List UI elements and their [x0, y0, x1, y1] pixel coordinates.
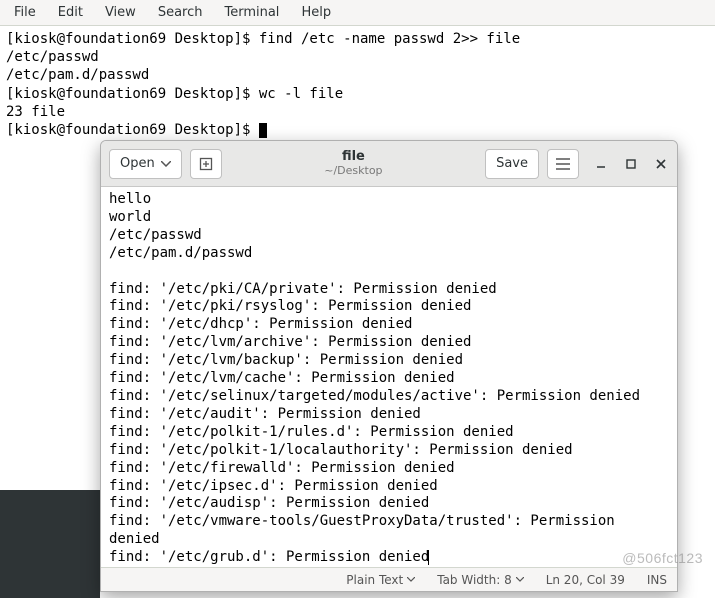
- file-line: find: '/etc/pki/CA/private': Permission …: [109, 281, 497, 297]
- watermark: @506fct123: [622, 550, 703, 566]
- maximize-icon: [626, 159, 636, 169]
- file-line: world: [109, 209, 151, 225]
- insert-mode: INS: [647, 573, 667, 587]
- file-line: find: '/etc/audit': Permission denied: [109, 406, 421, 422]
- terminal-line: /etc/pam.d/passwd: [6, 67, 149, 83]
- menu-edit[interactable]: Edit: [48, 2, 93, 23]
- file-line: find: '/etc/lvm/backup': Permission deni…: [109, 352, 463, 368]
- file-line: find: '/etc/lvm/archive': Permission den…: [109, 334, 471, 350]
- hamburger-menu-button[interactable]: [547, 149, 579, 179]
- minimize-button[interactable]: [593, 159, 609, 169]
- tab-width-label: Tab Width: 8: [437, 573, 511, 587]
- file-line: find: '/etc/audisp': Permission denied: [109, 495, 429, 511]
- gedit-window: Open file ~/Desktop Save hello: [100, 140, 678, 592]
- file-line: find: '/etc/vmware-tools/GuestProxyData/…: [109, 513, 623, 547]
- open-button-label: Open: [120, 156, 155, 171]
- desktop-background-strip: [0, 490, 100, 598]
- gedit-text-area[interactable]: hello world /etc/passwd /etc/pam.d/passw…: [101, 187, 677, 567]
- window-controls: [593, 159, 669, 169]
- terminal-body[interactable]: [kiosk@foundation69 Desktop]$ find /etc …: [0, 26, 715, 143]
- minimize-icon: [596, 159, 606, 169]
- menu-view[interactable]: View: [95, 2, 146, 23]
- terminal-line: /etc/passwd: [6, 49, 99, 65]
- syntax-label: Plain Text: [346, 573, 403, 587]
- menu-terminal[interactable]: Terminal: [214, 2, 289, 23]
- file-line: find: '/etc/firewalld': Permission denie…: [109, 460, 455, 476]
- file-line: find: '/etc/ipsec.d': Permission denied: [109, 478, 438, 494]
- maximize-button[interactable]: [623, 159, 639, 169]
- syntax-selector[interactable]: Plain Text: [346, 573, 415, 587]
- tab-width-selector[interactable]: Tab Width: 8: [437, 573, 523, 587]
- chevron-down-icon: [161, 161, 171, 167]
- text-cursor: [428, 550, 429, 565]
- gedit-statusbar: Plain Text Tab Width: 8 Ln 20, Col 39 IN…: [101, 567, 677, 591]
- chevron-down-icon: [407, 577, 415, 582]
- window-subtitle: ~/Desktop: [230, 165, 477, 177]
- file-line: find: '/etc/dhcp': Permission denied: [109, 316, 412, 332]
- terminal-line: [kiosk@foundation69 Desktop]$: [6, 122, 259, 138]
- terminal-line: [kiosk@foundation69 Desktop]$ wc -l file: [6, 86, 343, 102]
- file-line: find: '/etc/polkit-1/rules.d': Permissio…: [109, 424, 514, 440]
- file-line: find: '/etc/lvm/cache': Permission denie…: [109, 370, 455, 386]
- terminal-line: 23 file: [6, 104, 65, 120]
- menu-file[interactable]: File: [4, 2, 46, 23]
- file-line: /etc/passwd: [109, 227, 202, 243]
- file-line: find: '/etc/pki/rsyslog': Permission den…: [109, 298, 471, 314]
- save-button-label: Save: [496, 156, 528, 171]
- chevron-down-icon: [516, 577, 524, 582]
- title-area: file ~/Desktop: [230, 150, 477, 176]
- hamburger-icon: [556, 158, 570, 170]
- file-line: hello: [109, 191, 151, 207]
- window-title: file: [230, 150, 477, 164]
- terminal-cursor: [259, 123, 267, 138]
- gedit-headerbar: Open file ~/Desktop Save: [101, 141, 677, 187]
- close-icon: [656, 159, 666, 169]
- file-line: find: '/etc/grub.d': Permission denied: [109, 549, 429, 565]
- open-button[interactable]: Open: [109, 149, 182, 179]
- terminal-menubar: File Edit View Search Terminal Help: [0, 0, 715, 26]
- file-line: find: '/etc/selinux/targeted/modules/act…: [109, 388, 640, 404]
- cursor-position: Ln 20, Col 39: [546, 573, 625, 587]
- menu-help[interactable]: Help: [291, 2, 341, 23]
- save-button[interactable]: Save: [485, 149, 539, 179]
- file-line: find: '/etc/polkit-1/localauthority': Pe…: [109, 442, 573, 458]
- menu-search[interactable]: Search: [148, 2, 213, 23]
- new-document-icon: [199, 157, 213, 171]
- close-button[interactable]: [653, 159, 669, 169]
- terminal-line: [kiosk@foundation69 Desktop]$ find /etc …: [6, 31, 520, 47]
- file-line: /etc/pam.d/passwd: [109, 245, 252, 261]
- new-tab-button[interactable]: [190, 149, 222, 179]
